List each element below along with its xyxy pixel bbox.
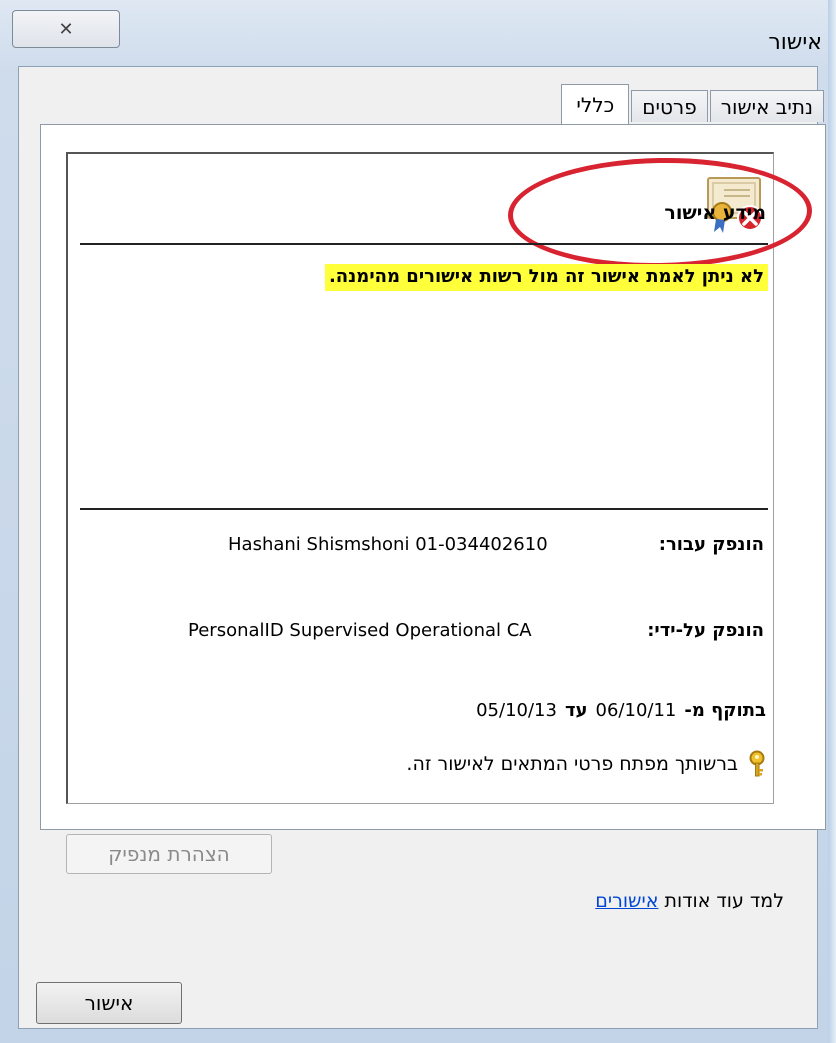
issuer-statement-label: הצהרת מנפיק xyxy=(108,842,230,866)
issued-to-label: הונפק עבור: xyxy=(658,534,764,555)
learn-more-text: למד עוד אודות אישורים xyxy=(595,890,784,912)
key-icon xyxy=(749,750,765,777)
tab-general[interactable]: כללי xyxy=(561,84,630,124)
tab-details-label: פרטים xyxy=(642,94,697,119)
issuer-statement-button[interactable]: הצהרת מנפיק xyxy=(66,834,272,874)
tab-general-label: כללי xyxy=(576,92,615,117)
ok-button-label: אישור xyxy=(84,991,134,1015)
learn-more-prefix: למד עוד אודות xyxy=(658,890,784,912)
window-title: אישור xyxy=(768,30,822,55)
tab-certification-path-label: נתיב אישור xyxy=(720,94,813,119)
certificates-link[interactable]: אישורים xyxy=(595,890,658,912)
divider-bottom xyxy=(80,508,768,510)
tab-certification-path[interactable]: נתיב אישור xyxy=(709,90,824,122)
certificate-warning: לא ניתן לאמת אישור זה מול רשות אישורים מ… xyxy=(324,264,768,291)
certificate-dialog: ✕ אישור כללי פרטים נתיב אישור מידע אישור… xyxy=(0,0,836,1043)
issued-by-label: הונפק על-ידי: xyxy=(647,620,764,641)
ok-button[interactable]: אישור xyxy=(36,982,182,1024)
issued-by-value: PersonalID Supervised Operational CA xyxy=(188,620,532,641)
valid-from-date: 06/10/11 xyxy=(595,700,677,721)
issued-to-value: Hashani Shismshoni 01-034402610 xyxy=(228,534,548,555)
private-key-note: ברשותך מפתח פרטי המתאים לאישור זה. xyxy=(406,750,768,778)
valid-to-date: 05/10/13 xyxy=(476,700,557,721)
tab-details[interactable]: פרטים xyxy=(631,90,708,122)
window-edge xyxy=(828,0,836,1043)
private-key-text: ברשותך מפתח פרטי המתאים לאישור זה. xyxy=(406,753,738,775)
tab-bar: כללי פרטים נתיב אישור xyxy=(561,84,824,124)
close-button[interactable]: ✕ xyxy=(12,10,120,48)
close-icon: ✕ xyxy=(58,18,74,40)
valid-from-label: בתוקף מ- xyxy=(684,700,766,721)
divider-top xyxy=(80,243,768,245)
validity-period: בתוקף מ- 06/10/11 עד 05/10/13 xyxy=(476,700,766,721)
valid-to-label: עד xyxy=(564,700,588,721)
